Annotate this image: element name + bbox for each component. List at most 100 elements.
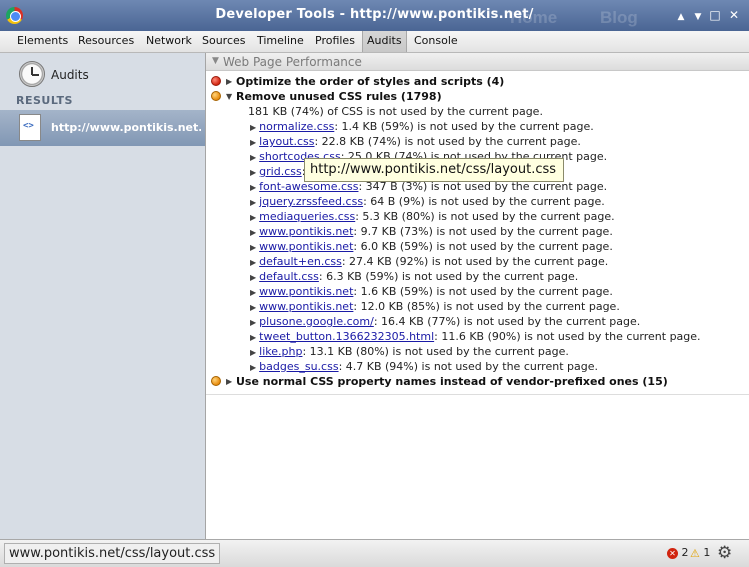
sidebar-result-label: http://www.pontikis.net... [51, 121, 201, 134]
css-file-link[interactable]: grid.css [259, 165, 302, 178]
window-minimize-button[interactable]: ▼ [690, 7, 706, 23]
css-file-unused-text: : 4.7 KB (94%) is not used by the curren… [338, 360, 598, 373]
clock-icon [19, 61, 45, 87]
window-up-button[interactable]: ▲ [673, 7, 689, 23]
css-file-link[interactable]: default.css [259, 270, 319, 283]
status-bar: www.pontikis.net/css/layout.css ✕ 2 ⚠ 1 … [0, 539, 749, 567]
css-file-row[interactable]: ▶ www.pontikis.net: 6.0 KB (59%) is not u… [250, 239, 613, 254]
css-file-row[interactable]: ▶ mediaqueries.css: 5.3 KB (80%) is not u… [250, 209, 615, 224]
audits-sidebar: Audits RESULTS http://www.pontikis.net..… [0, 53, 206, 539]
collapsed-triangle-icon[interactable]: ▶ [250, 333, 256, 342]
css-file-unused-text: : 64 B (9%) is not used by the current p… [363, 195, 605, 208]
sidebar-item-audits[interactable]: Audits [0, 57, 205, 87]
css-file-row[interactable]: ▶ default.css: 6.3 KB (59%) is not used b… [250, 269, 578, 284]
section-title: Web Page Performance [223, 55, 362, 69]
audit-rule-label: Remove unused CSS rules (1798) [236, 90, 442, 103]
collapsed-triangle-icon[interactable]: ▶ [250, 153, 256, 162]
document-icon [19, 114, 41, 141]
down-arrow-icon: ▼ [694, 12, 702, 22]
collapsed-triangle-icon[interactable]: ▶ [250, 258, 256, 267]
error-icon: ✕ [667, 547, 678, 559]
css-file-link[interactable]: jquery.zrssfeed.css [259, 195, 363, 208]
window-close-button[interactable]: ✕ [726, 7, 742, 23]
css-file-unused-text: : 11.6 KB (90%) is not used by the curre… [434, 330, 701, 343]
up-arrow-icon: ▲ [677, 12, 685, 22]
css-file-row[interactable]: ▶ www.pontikis.net: 9.7 KB (73%) is not u… [250, 224, 613, 239]
collapsed-triangle-icon[interactable]: ▶ [250, 273, 256, 282]
css-file-unused-text: : 12.0 KB (85%) is not used by the curre… [353, 300, 620, 313]
warning-count: 1 [703, 546, 711, 559]
css-file-link[interactable]: like.php [259, 345, 302, 358]
collapsed-triangle-icon[interactable]: ▶ [250, 123, 256, 132]
collapsed-triangle-icon[interactable]: ▶ [250, 363, 256, 372]
audit-results-panel: ▼ Web Page Performance ▶ Optimize the or… [206, 53, 749, 539]
css-file-row[interactable]: ▶ www.pontikis.net: 12.0 KB (85%) is not … [250, 299, 620, 314]
css-file-link[interactable]: tweet_button.1366232305.html [259, 330, 434, 343]
collapsed-triangle-icon[interactable]: ▶ [250, 288, 256, 297]
css-file-row[interactable]: ▶ www.pontikis.net: 1.6 KB (59%) is not u… [250, 284, 613, 299]
css-file-unused-text: : 6.0 KB (59%) is not used by the curren… [353, 240, 613, 253]
css-file-link[interactable]: plusone.google.com/ [259, 315, 374, 328]
css-file-row[interactable]: ▶ default+en.css: 27.4 KB (92%) is not us… [250, 254, 608, 269]
sidebar-audits-label: Audits [51, 68, 89, 82]
collapsed-triangle-icon[interactable]: ▶ [250, 168, 256, 177]
css-file-link[interactable]: badges_su.css [259, 360, 338, 373]
audit-rule-label: Optimize the order of styles and scripts… [236, 75, 505, 88]
collapsed-triangle-icon: ▶ [226, 77, 233, 86]
collapsed-triangle-icon[interactable]: ▶ [250, 318, 256, 327]
warning-status-icon [211, 91, 221, 101]
css-file-link[interactable]: www.pontikis.net [259, 285, 353, 298]
audit-rule-row[interactable]: ▶ Use normal CSS property names instead … [206, 374, 749, 389]
section-header[interactable]: ▼ Web Page Performance [206, 53, 749, 71]
css-file-row[interactable]: ▶ like.php: 13.1 KB (80%) is not used by … [250, 344, 569, 359]
tab-console[interactable]: Console [414, 31, 458, 52]
collapsed-triangle-icon[interactable]: ▶ [250, 138, 256, 147]
collapsed-triangle-icon[interactable]: ▶ [250, 198, 256, 207]
css-file-link[interactable]: www.pontikis.net [259, 225, 353, 238]
window-title: Developer Tools - http://www.pontikis.ne… [215, 7, 534, 22]
css-file-unused-text: : 13.1 KB (80%) is not used by the curre… [302, 345, 569, 358]
collapsed-triangle-icon[interactable]: ▶ [250, 228, 256, 237]
tab-network[interactable]: Network [146, 31, 192, 52]
tab-sources[interactable]: Sources [202, 31, 246, 52]
css-file-unused-text: : 6.3 KB (59%) is not used by the curren… [318, 270, 579, 283]
tab-resources[interactable]: Resources [78, 31, 134, 52]
collapsed-triangle-icon[interactable]: ▶ [250, 348, 256, 357]
css-file-row[interactable]: ▶ layout.css: 22.8 KB (74%) is not used b… [250, 134, 581, 149]
maximize-icon: □ [709, 8, 721, 22]
window-maximize-button[interactable]: □ [707, 7, 723, 23]
css-file-link[interactable]: layout.css [259, 135, 314, 148]
css-file-row[interactable]: ▶ tweet_button.1366232305.html: 11.6 KB (… [250, 329, 701, 344]
css-file-link[interactable]: default+en.css [259, 255, 342, 268]
warning-counter[interactable]: ⚠ 1 [690, 546, 710, 560]
window-titlebar: Home Blog Developer Tools - http://www.p… [0, 0, 749, 31]
css-file-row[interactable]: ▶ normalize.css: 1.4 KB (59%) is not used… [250, 119, 594, 134]
tab-audits[interactable]: Audits [362, 31, 407, 52]
close-icon: ✕ [728, 8, 740, 22]
css-file-link[interactable]: mediaqueries.css [259, 210, 355, 223]
css-file-link[interactable]: www.pontikis.net [259, 240, 353, 253]
css-file-row[interactable]: ▶ badges_su.css: 4.7 KB (94%) is not used… [250, 359, 598, 374]
expanded-triangle-icon: ▼ [226, 92, 233, 101]
css-file-row[interactable]: ▶ plusone.google.com/: 16.4 KB (77%) is n… [250, 314, 640, 329]
collapsed-triangle-icon[interactable]: ▶ [250, 243, 256, 252]
css-file-link[interactable]: normalize.css [259, 120, 334, 133]
audit-rule-row[interactable]: ▶ Optimize the order of styles and scrip… [206, 74, 749, 89]
tab-elements[interactable]: Elements [17, 31, 68, 52]
tab-profiles[interactable]: Profiles [315, 31, 355, 52]
settings-gear-icon[interactable]: ⚙ [717, 543, 732, 563]
results-header: RESULTS [16, 94, 73, 107]
error-counter[interactable]: ✕ 2 [667, 546, 689, 559]
css-file-link[interactable]: www.pontikis.net [259, 300, 353, 313]
divider [206, 394, 749, 395]
css-file-unused-text: : 22.8 KB (74%) is not used by the curre… [314, 135, 581, 148]
audit-rule-row[interactable]: ▼ Remove unused CSS rules (1798) [206, 89, 749, 104]
collapsed-triangle-icon[interactable]: ▶ [250, 213, 256, 222]
css-file-unused-text: : 1.4 KB (59%) is not used by the curren… [334, 120, 594, 133]
tab-timeline[interactable]: Timeline [257, 31, 304, 52]
css-file-row[interactable]: ▶ jquery.zrssfeed.css: 64 B (9%) is not u… [250, 194, 605, 209]
collapsed-triangle-icon[interactable]: ▶ [250, 303, 256, 312]
collapsed-triangle-icon[interactable]: ▶ [250, 183, 256, 192]
error-count: 2 [681, 546, 689, 559]
sidebar-item-result[interactable]: http://www.pontikis.net... [0, 110, 205, 146]
